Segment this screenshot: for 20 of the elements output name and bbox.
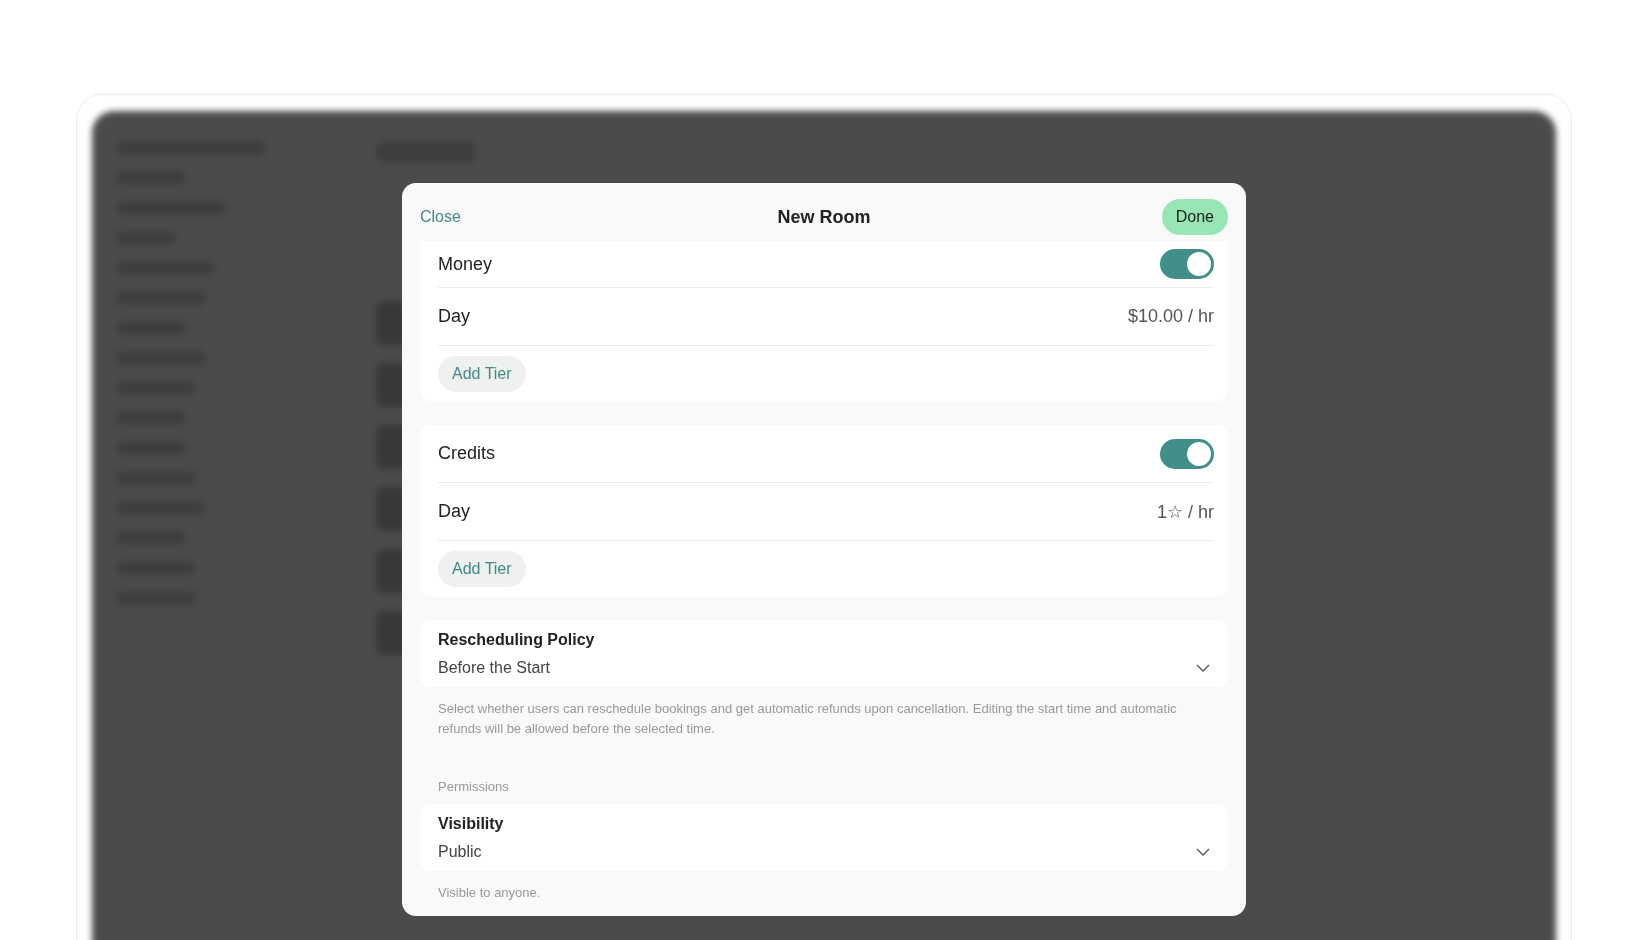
toggle-switch[interactable] (1160, 438, 1214, 469)
add-tier-button[interactable]: Add Tier (438, 356, 526, 392)
help-text: Visible to anyone. (438, 884, 542, 902)
toggle-switch[interactable] (1160, 249, 1214, 279)
rescheduling-policy-select[interactable]: Rescheduling Policy Before the Start (420, 620, 1228, 687)
pricing-title: Money (438, 253, 493, 275)
chevron-down-icon (1196, 664, 1210, 672)
help-text: Select whether users can reschedule bookings and get automatic refunds upon cancellation. Editing the start time and automatic refunds will be allowed before the selected time. (438, 700, 1178, 738)
tier-label: Day (438, 501, 470, 522)
chevron-down-icon (1196, 848, 1210, 856)
add-tier-button[interactable]: Add Tier (438, 551, 526, 587)
close-button[interactable]: Close (420, 208, 461, 226)
section-heading: Permissions (438, 779, 510, 794)
tier-price: $10.00 / hr (1127, 306, 1214, 327)
pricing-title: Credits (438, 443, 495, 464)
tier-label: Day (438, 306, 470, 327)
visibility-select[interactable]: Visibility Public (420, 804, 1228, 871)
done-button[interactable]: Done (1161, 199, 1228, 235)
tier-price: 1☆ / hr (1156, 500, 1214, 523)
dialog-title: New Room (777, 206, 871, 228)
